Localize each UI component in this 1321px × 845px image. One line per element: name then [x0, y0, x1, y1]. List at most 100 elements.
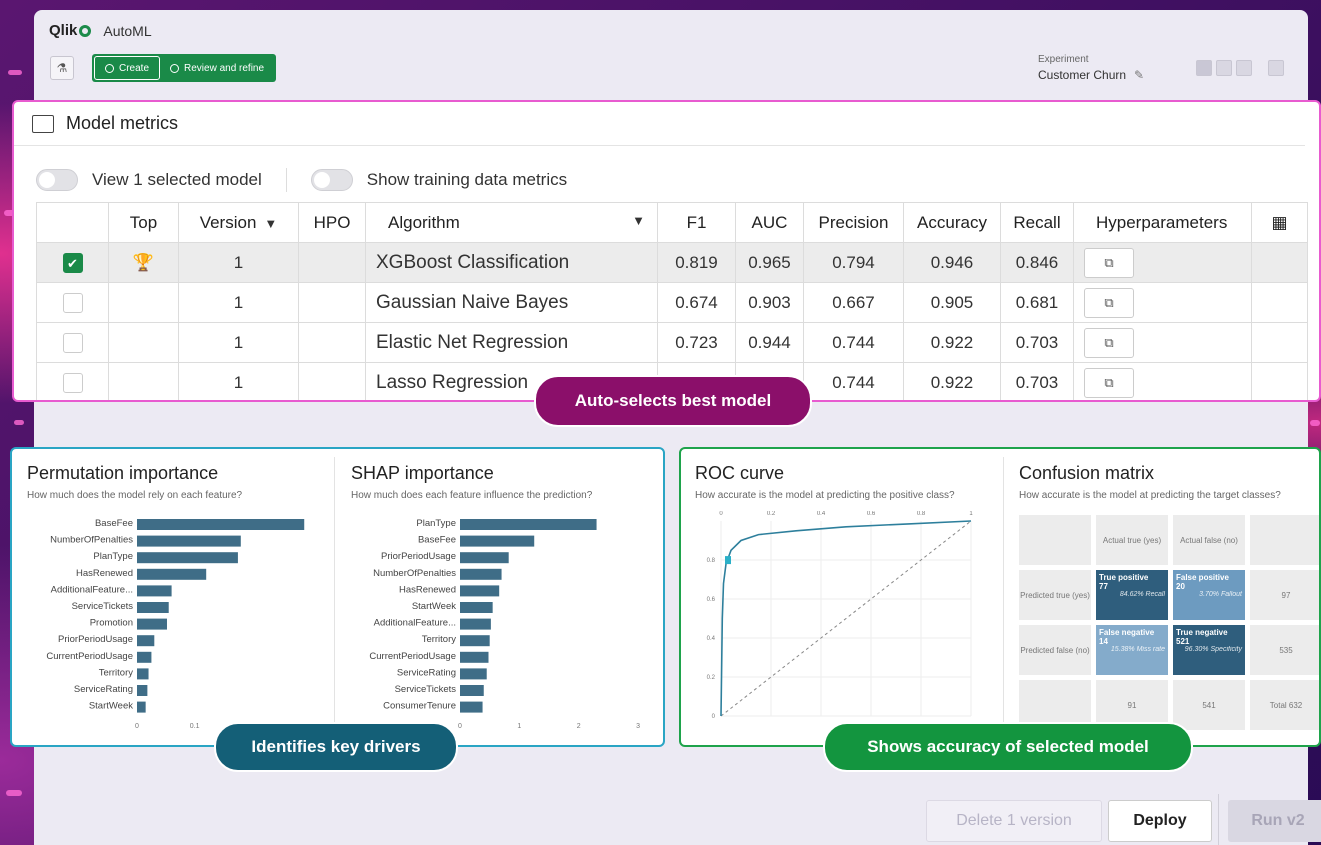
col-hpo[interactable]: HPO: [298, 202, 366, 243]
bar: [460, 685, 484, 696]
run-button[interactable]: Run v2: [1228, 800, 1321, 842]
cm-empty: [1019, 515, 1091, 565]
column-settings-icon[interactable]: ▦: [1251, 202, 1308, 243]
bar: [460, 519, 597, 530]
feature-label: ServiceRating: [397, 667, 456, 678]
feature-label: AdditionalFeature...: [51, 584, 133, 595]
tick-label: 0: [135, 723, 139, 730]
experiment-label: Experiment: [1038, 54, 1089, 65]
bg-dot: [6, 790, 22, 796]
col-auc[interactable]: AUC: [735, 202, 804, 243]
experiment-info: Experiment Customer Churn ✎: [1038, 54, 1144, 82]
view-selected-toggle[interactable]: [36, 169, 78, 191]
permutation-subtitle: How much does the model rely on each fea…: [27, 490, 243, 501]
feature-label: StartWeek: [89, 701, 133, 712]
feature-label: Promotion: [90, 618, 133, 629]
feature-label: PlanType: [93, 551, 133, 562]
trophy-icon: 🏆: [108, 242, 179, 283]
col-top[interactable]: Top: [108, 202, 179, 243]
cm-pred-true: Predicted true (yes): [1019, 570, 1091, 620]
col-recall[interactable]: Recall: [1000, 202, 1074, 243]
bar: [137, 552, 238, 564]
col-hyperparameters[interactable]: Hyperparameters: [1073, 202, 1252, 243]
view-layout-1-button[interactable]: [1196, 60, 1212, 76]
table-row[interactable]: 1 Elastic Net Regression 0.723 0.944 0.7…: [36, 322, 1308, 363]
bar: [137, 602, 169, 613]
x-tick-label: 1: [969, 511, 973, 517]
feature-label: PlanType: [416, 518, 456, 529]
bar: [137, 568, 207, 580]
col-algorithm[interactable]: Algorithm ▼: [365, 202, 658, 243]
bg-dot: [1310, 420, 1320, 426]
panel-toggle-button[interactable]: [1268, 60, 1284, 76]
delete-version-button[interactable]: Delete 1 version: [926, 800, 1102, 842]
bar: [137, 685, 148, 696]
col-f1[interactable]: F1: [657, 202, 736, 243]
step-review[interactable]: Review and refine: [160, 56, 274, 80]
circle-icon: [170, 63, 180, 73]
bar: [137, 651, 152, 663]
confusion-title: Confusion matrix: [1019, 463, 1155, 483]
cm-true-negative[interactable]: True negative 521 96.30% Specificity: [1173, 625, 1245, 675]
tick-label: 2: [577, 723, 581, 730]
open-external-icon[interactable]: ⧉: [1084, 367, 1134, 398]
view-buttons: [1196, 60, 1284, 76]
table-row[interactable]: 1 Gaussian Naive Bayes 0.674 0.903 0.667…: [36, 282, 1308, 323]
feature-label: BaseFee: [418, 535, 456, 546]
cm-empty: [1250, 515, 1319, 565]
y-tick-label: 0.8: [707, 558, 716, 564]
metrics-table: Top Version ▼ HPO Algorithm ▼ F1 AUC Preci…: [36, 202, 1308, 400]
view-layout-3-button[interactable]: [1236, 60, 1252, 76]
feature-label: BaseFee: [95, 518, 133, 529]
feature-label: ServiceRating: [74, 684, 133, 695]
feature-label: CurrentPeriodUsage: [46, 651, 133, 662]
cm-row2-total: 535: [1250, 625, 1319, 675]
filter-icon: ▼: [632, 212, 645, 228]
open-external-icon[interactable]: ⧉: [1084, 287, 1134, 318]
row-checkbox[interactable]: [62, 372, 83, 393]
bar: [460, 618, 491, 630]
open-external-icon[interactable]: ⧉: [1084, 247, 1134, 278]
bar: [137, 585, 172, 597]
permutation-title: Permutation importance: [27, 463, 219, 483]
importance-panel: Permutation importance How much does the…: [10, 447, 665, 747]
roc-confusion-panel: ROC curve How accurate is the model at p…: [679, 447, 1321, 747]
bar: [460, 552, 509, 564]
row-checkbox[interactable]: [62, 332, 83, 353]
y-tick-label: 0.4: [707, 636, 716, 642]
col-precision[interactable]: Precision: [803, 202, 904, 243]
bar: [137, 668, 149, 680]
bar: [137, 618, 167, 630]
feature-label: Territory: [422, 634, 457, 645]
cm-actual-true: Actual true (yes): [1096, 515, 1168, 565]
bar: [460, 568, 502, 580]
flask-icon[interactable]: ⚗: [50, 56, 74, 80]
cm-false-negative[interactable]: False negative 14 15.38% Miss rate: [1096, 625, 1168, 675]
col-version[interactable]: Version ▼: [178, 202, 299, 243]
bar-chart-icon: [32, 114, 54, 133]
feature-label: CurrentPeriodUsage: [369, 651, 456, 662]
cm-row1-total: 97: [1250, 570, 1319, 620]
open-external-icon[interactable]: ⧉: [1084, 327, 1134, 358]
feature-label: ServiceTickets: [72, 601, 134, 612]
edit-pencil-icon[interactable]: ✎: [1134, 68, 1144, 82]
view-layout-2-button[interactable]: [1216, 60, 1232, 76]
stepper: Create Review and refine: [92, 54, 277, 82]
feature-label: HasRenewed: [399, 584, 456, 595]
x-tick-label: 0.4: [817, 511, 826, 517]
x-tick-label: 0.8: [917, 511, 926, 517]
confusion-subtitle: How accurate is the model at predicting …: [1019, 490, 1281, 501]
col-accuracy[interactable]: Accuracy: [903, 202, 1001, 243]
table-row[interactable]: ✔ 🏆 1 XGBoost Classification 0.819 0.965…: [36, 242, 1308, 283]
product-name: AutoML: [103, 22, 152, 39]
training-metrics-toggle[interactable]: [310, 169, 353, 191]
row-checkbox[interactable]: ✔: [62, 252, 83, 273]
step-create[interactable]: Create: [94, 56, 161, 80]
bar: [137, 635, 155, 647]
row-checkbox[interactable]: [62, 292, 83, 313]
callout-accuracy: Shows accuracy of selected model: [823, 722, 1193, 772]
feature-label: HasRenewed: [76, 568, 133, 579]
cm-true-positive[interactable]: True positive 77 84.62% Recall: [1096, 570, 1168, 620]
cm-false-positive[interactable]: False positive 20 3.70% Fallout: [1173, 570, 1245, 620]
deploy-button[interactable]: Deploy: [1108, 800, 1212, 842]
